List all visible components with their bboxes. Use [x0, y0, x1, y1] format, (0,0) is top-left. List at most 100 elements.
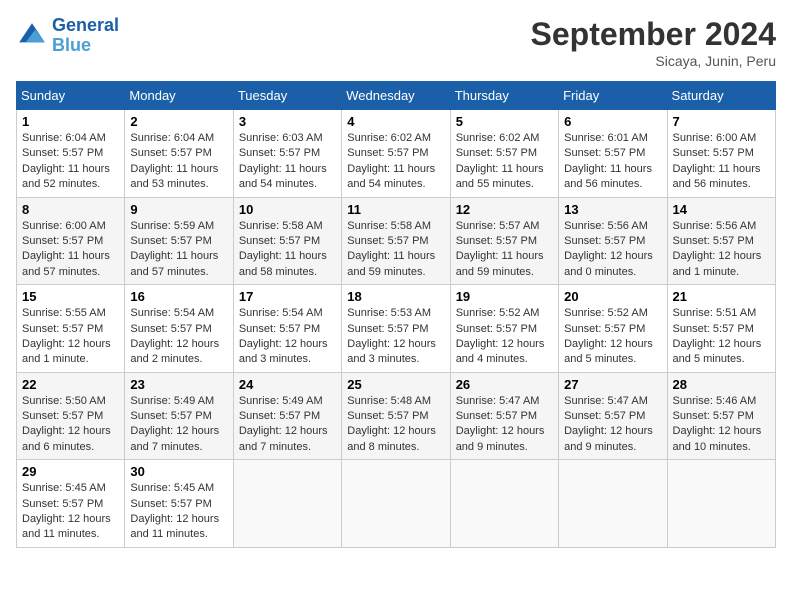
day-info: Sunrise: 5:53 AM Sunset: 5:57 PM Dayligh…	[347, 306, 444, 368]
calendar-week-row: 8 Sunrise: 6:00 AM Sunset: 5:57 PM Dayli…	[17, 197, 776, 285]
table-row: 26 Sunrise: 5:47 AM Sunset: 5:57 PM Dayl…	[450, 372, 558, 460]
table-row: 17 Sunrise: 5:54 AM Sunset: 5:57 PM Dayl…	[233, 285, 341, 373]
table-row: 7 Sunrise: 6:00 AM Sunset: 5:57 PM Dayli…	[667, 110, 775, 198]
day-info: Sunrise: 5:58 AM Sunset: 5:57 PM Dayligh…	[239, 219, 336, 281]
day-info: Sunrise: 5:56 AM Sunset: 5:57 PM Dayligh…	[673, 219, 770, 281]
calendar-week-row: 22 Sunrise: 5:50 AM Sunset: 5:57 PM Dayl…	[17, 372, 776, 460]
day-number: 4	[347, 114, 444, 129]
table-row: 3 Sunrise: 6:03 AM Sunset: 5:57 PM Dayli…	[233, 110, 341, 198]
day-info: Sunrise: 5:51 AM Sunset: 5:57 PM Dayligh…	[673, 306, 770, 368]
day-info: Sunrise: 5:45 AM Sunset: 5:57 PM Dayligh…	[22, 481, 119, 543]
day-info: Sunrise: 5:58 AM Sunset: 5:57 PM Dayligh…	[347, 219, 444, 281]
table-row: 12 Sunrise: 5:57 AM Sunset: 5:57 PM Dayl…	[450, 197, 558, 285]
day-number: 27	[564, 377, 661, 392]
day-number: 3	[239, 114, 336, 129]
day-number: 26	[456, 377, 553, 392]
day-number: 7	[673, 114, 770, 129]
day-number: 12	[456, 202, 553, 217]
day-number: 6	[564, 114, 661, 129]
day-number: 21	[673, 289, 770, 304]
day-number: 15	[22, 289, 119, 304]
day-number: 25	[347, 377, 444, 392]
logo-icon	[16, 20, 48, 52]
table-row: 24 Sunrise: 5:49 AM Sunset: 5:57 PM Dayl…	[233, 372, 341, 460]
day-info: Sunrise: 5:48 AM Sunset: 5:57 PM Dayligh…	[347, 394, 444, 456]
day-info: Sunrise: 6:00 AM Sunset: 5:57 PM Dayligh…	[673, 131, 770, 193]
day-number: 1	[22, 114, 119, 129]
table-row	[233, 460, 341, 548]
col-thursday: Thursday	[450, 82, 558, 110]
table-row: 5 Sunrise: 6:02 AM Sunset: 5:57 PM Dayli…	[450, 110, 558, 198]
table-row: 25 Sunrise: 5:48 AM Sunset: 5:57 PM Dayl…	[342, 372, 450, 460]
table-row: 9 Sunrise: 5:59 AM Sunset: 5:57 PM Dayli…	[125, 197, 233, 285]
table-row: 14 Sunrise: 5:56 AM Sunset: 5:57 PM Dayl…	[667, 197, 775, 285]
day-number: 5	[456, 114, 553, 129]
col-wednesday: Wednesday	[342, 82, 450, 110]
day-info: Sunrise: 5:59 AM Sunset: 5:57 PM Dayligh…	[130, 219, 227, 281]
page-header: General Blue September 2024 Sicaya, Juni…	[16, 16, 776, 69]
day-info: Sunrise: 5:49 AM Sunset: 5:57 PM Dayligh…	[239, 394, 336, 456]
col-monday: Monday	[125, 82, 233, 110]
day-info: Sunrise: 5:54 AM Sunset: 5:57 PM Dayligh…	[239, 306, 336, 368]
day-info: Sunrise: 5:52 AM Sunset: 5:57 PM Dayligh…	[564, 306, 661, 368]
table-row	[342, 460, 450, 548]
table-row: 19 Sunrise: 5:52 AM Sunset: 5:57 PM Dayl…	[450, 285, 558, 373]
day-info: Sunrise: 5:52 AM Sunset: 5:57 PM Dayligh…	[456, 306, 553, 368]
day-info: Sunrise: 6:01 AM Sunset: 5:57 PM Dayligh…	[564, 131, 661, 193]
calendar-week-row: 29 Sunrise: 5:45 AM Sunset: 5:57 PM Dayl…	[17, 460, 776, 548]
day-number: 2	[130, 114, 227, 129]
day-info: Sunrise: 6:04 AM Sunset: 5:57 PM Dayligh…	[130, 131, 227, 193]
day-number: 19	[456, 289, 553, 304]
day-info: Sunrise: 6:03 AM Sunset: 5:57 PM Dayligh…	[239, 131, 336, 193]
table-row: 15 Sunrise: 5:55 AM Sunset: 5:57 PM Dayl…	[17, 285, 125, 373]
table-row: 18 Sunrise: 5:53 AM Sunset: 5:57 PM Dayl…	[342, 285, 450, 373]
col-saturday: Saturday	[667, 82, 775, 110]
table-row: 28 Sunrise: 5:46 AM Sunset: 5:57 PM Dayl…	[667, 372, 775, 460]
table-row: 23 Sunrise: 5:49 AM Sunset: 5:57 PM Dayl…	[125, 372, 233, 460]
table-row: 27 Sunrise: 5:47 AM Sunset: 5:57 PM Dayl…	[559, 372, 667, 460]
day-number: 13	[564, 202, 661, 217]
day-info: Sunrise: 6:02 AM Sunset: 5:57 PM Dayligh…	[456, 131, 553, 193]
table-row: 4 Sunrise: 6:02 AM Sunset: 5:57 PM Dayli…	[342, 110, 450, 198]
table-row: 16 Sunrise: 5:54 AM Sunset: 5:57 PM Dayl…	[125, 285, 233, 373]
day-number: 16	[130, 289, 227, 304]
location: Sicaya, Junin, Peru	[531, 53, 776, 69]
day-info: Sunrise: 6:00 AM Sunset: 5:57 PM Dayligh…	[22, 219, 119, 281]
table-row	[559, 460, 667, 548]
col-friday: Friday	[559, 82, 667, 110]
col-tuesday: Tuesday	[233, 82, 341, 110]
day-number: 20	[564, 289, 661, 304]
table-row: 6 Sunrise: 6:01 AM Sunset: 5:57 PM Dayli…	[559, 110, 667, 198]
day-number: 18	[347, 289, 444, 304]
table-row: 10 Sunrise: 5:58 AM Sunset: 5:57 PM Dayl…	[233, 197, 341, 285]
table-row: 20 Sunrise: 5:52 AM Sunset: 5:57 PM Dayl…	[559, 285, 667, 373]
table-row: 30 Sunrise: 5:45 AM Sunset: 5:57 PM Dayl…	[125, 460, 233, 548]
title-block: September 2024 Sicaya, Junin, Peru	[531, 16, 776, 69]
month-title: September 2024	[531, 16, 776, 53]
table-row	[450, 460, 558, 548]
calendar-header-row: Sunday Monday Tuesday Wednesday Thursday…	[17, 82, 776, 110]
table-row: 11 Sunrise: 5:58 AM Sunset: 5:57 PM Dayl…	[342, 197, 450, 285]
day-info: Sunrise: 5:49 AM Sunset: 5:57 PM Dayligh…	[130, 394, 227, 456]
day-info: Sunrise: 6:04 AM Sunset: 5:57 PM Dayligh…	[22, 131, 119, 193]
table-row: 22 Sunrise: 5:50 AM Sunset: 5:57 PM Dayl…	[17, 372, 125, 460]
day-info: Sunrise: 5:45 AM Sunset: 5:57 PM Dayligh…	[130, 481, 227, 543]
day-number: 9	[130, 202, 227, 217]
day-info: Sunrise: 5:47 AM Sunset: 5:57 PM Dayligh…	[564, 394, 661, 456]
day-number: 8	[22, 202, 119, 217]
day-number: 22	[22, 377, 119, 392]
table-row: 29 Sunrise: 5:45 AM Sunset: 5:57 PM Dayl…	[17, 460, 125, 548]
day-info: Sunrise: 5:55 AM Sunset: 5:57 PM Dayligh…	[22, 306, 119, 368]
day-info: Sunrise: 5:57 AM Sunset: 5:57 PM Dayligh…	[456, 219, 553, 281]
day-info: Sunrise: 5:46 AM Sunset: 5:57 PM Dayligh…	[673, 394, 770, 456]
col-sunday: Sunday	[17, 82, 125, 110]
table-row	[667, 460, 775, 548]
day-info: Sunrise: 5:47 AM Sunset: 5:57 PM Dayligh…	[456, 394, 553, 456]
day-info: Sunrise: 5:50 AM Sunset: 5:57 PM Dayligh…	[22, 394, 119, 456]
table-row: 21 Sunrise: 5:51 AM Sunset: 5:57 PM Dayl…	[667, 285, 775, 373]
day-number: 28	[673, 377, 770, 392]
table-row: 1 Sunrise: 6:04 AM Sunset: 5:57 PM Dayli…	[17, 110, 125, 198]
day-info: Sunrise: 6:02 AM Sunset: 5:57 PM Dayligh…	[347, 131, 444, 193]
day-number: 23	[130, 377, 227, 392]
day-number: 10	[239, 202, 336, 217]
